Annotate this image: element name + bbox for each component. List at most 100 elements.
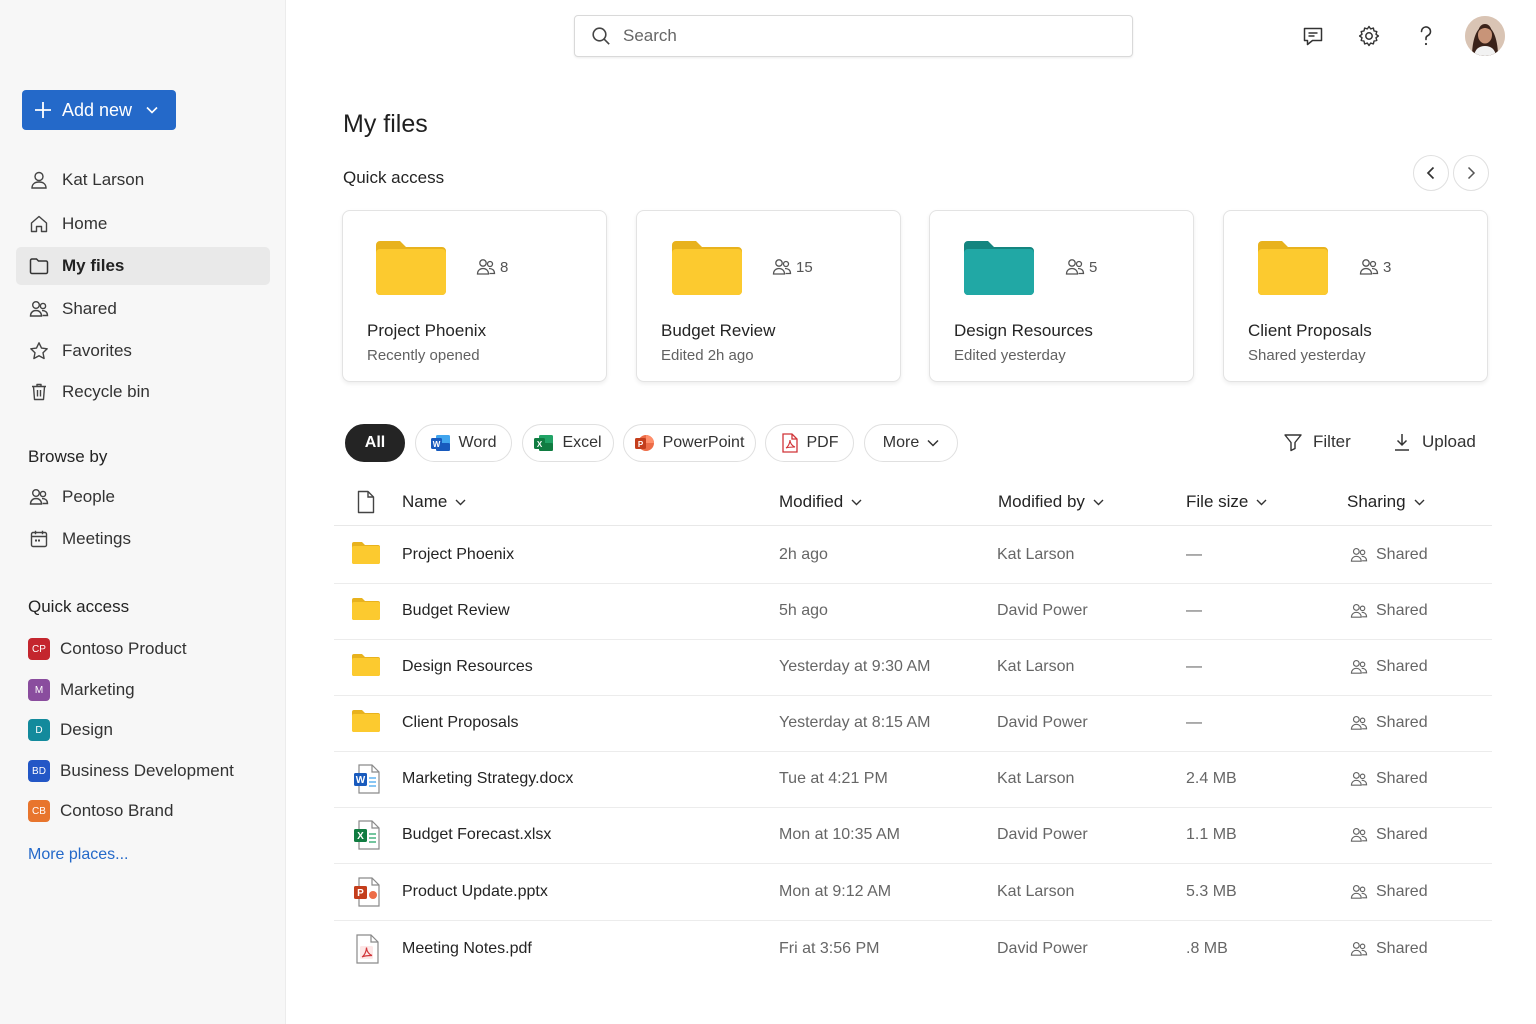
nav-item-recycle-bin[interactable]: Recycle bin bbox=[16, 373, 270, 411]
avatar[interactable] bbox=[1465, 16, 1505, 56]
folder-icon bbox=[1258, 241, 1328, 295]
people-icon bbox=[1350, 603, 1368, 619]
sharing-status[interactable]: Shared bbox=[1350, 714, 1428, 732]
sharing-status[interactable]: Shared bbox=[1350, 883, 1428, 901]
nav-item-favorites[interactable]: Favorites bbox=[16, 332, 270, 370]
search-box[interactable] bbox=[574, 15, 1133, 57]
sharing-status[interactable]: Shared bbox=[1350, 940, 1428, 958]
filter-word[interactable]: W Word bbox=[415, 424, 512, 462]
modified-date: Tue at 4:21 PM bbox=[779, 770, 888, 787]
modified-date: Mon at 10:35 AM bbox=[779, 826, 900, 843]
table-row[interactable]: Budget Review 5h ago David Power — Share… bbox=[334, 584, 1492, 640]
table-row[interactable]: Design Resources Yesterday at 9:30 AM Ka… bbox=[334, 640, 1492, 696]
modified-date: Yesterday at 8:15 AM bbox=[779, 714, 931, 731]
nav-item-my-files[interactable]: My files bbox=[16, 247, 270, 285]
settings-icon[interactable] bbox=[1355, 22, 1383, 50]
member-count: 15 bbox=[796, 258, 813, 276]
folder-icon bbox=[376, 241, 446, 295]
add-new-button[interactable]: Add new bbox=[22, 90, 176, 130]
quick-access-item-contoso-product[interactable]: CP Contoso Product bbox=[16, 632, 270, 666]
sharing-status[interactable]: Shared bbox=[1350, 546, 1428, 564]
nav-item-label: Shared bbox=[62, 299, 117, 318]
site-badge: D bbox=[28, 719, 50, 741]
card-title: Project Phoenix bbox=[367, 321, 487, 340]
table-row[interactable]: W Marketing Strategy.docx Tue at 4:21 PM… bbox=[334, 752, 1492, 808]
carousel-prev-button[interactable] bbox=[1413, 155, 1449, 191]
sidebar: Add new Kat Larson Home My files Shared … bbox=[0, 0, 286, 1024]
folder-icon bbox=[352, 710, 380, 732]
filter-pdf[interactable]: PDF bbox=[765, 424, 854, 462]
member-count: 5 bbox=[1089, 258, 1098, 276]
nav-item-shared[interactable]: Shared bbox=[16, 290, 270, 328]
quick-access-card[interactable]: 5 Design Resources Edited yesterday bbox=[929, 210, 1194, 382]
svg-text:X: X bbox=[537, 440, 543, 449]
people-icon bbox=[1065, 258, 1085, 276]
quick-access-item-contoso-brand[interactable]: CB Contoso Brand bbox=[16, 794, 270, 828]
column-label: Sharing bbox=[1347, 492, 1406, 511]
card-subtitle: Edited yesterday bbox=[954, 347, 1066, 364]
quick-access-card[interactable]: 15 Budget Review Edited 2h ago bbox=[636, 210, 901, 382]
sharing-status[interactable]: Shared bbox=[1350, 658, 1428, 676]
table-row[interactable]: Client Proposals Yesterday at 8:15 AM Da… bbox=[334, 696, 1492, 752]
upload-button[interactable]: Upload bbox=[1392, 432, 1476, 452]
filter-powerpoint[interactable]: P PowerPoint bbox=[623, 424, 756, 462]
carousel-next-button[interactable] bbox=[1453, 155, 1489, 191]
search-input[interactable] bbox=[623, 26, 1083, 46]
file-name: Project Phoenix bbox=[402, 546, 515, 563]
upload-icon bbox=[1392, 432, 1412, 452]
filter-button[interactable]: Filter bbox=[1283, 432, 1351, 452]
nav-item-people[interactable]: People bbox=[16, 478, 270, 516]
modified-date: Mon at 9:12 AM bbox=[779, 883, 892, 900]
people-icon bbox=[28, 299, 50, 319]
quick-access-item-marketing[interactable]: M Marketing bbox=[16, 673, 270, 707]
svg-text:P: P bbox=[637, 440, 643, 449]
browse-by-title: Browse by bbox=[28, 447, 108, 466]
nav-item-meetings[interactable]: Meetings bbox=[16, 520, 270, 558]
table-row[interactable]: P Product Update.pptx Mon at 9:12 AM Kat… bbox=[334, 865, 1492, 921]
column-modified-by[interactable]: Modified by bbox=[998, 492, 1104, 512]
modified-date: 2h ago bbox=[779, 546, 828, 563]
quick-access-label: Design bbox=[60, 720, 113, 739]
column-label: Name bbox=[402, 492, 448, 511]
nav-item-label: People bbox=[62, 487, 115, 506]
svg-text:P: P bbox=[357, 888, 364, 899]
people-icon bbox=[1350, 715, 1368, 731]
plus-icon bbox=[34, 101, 52, 119]
nav-item-profile[interactable]: Kat Larson bbox=[16, 161, 270, 199]
column-label: Modified by bbox=[998, 492, 1085, 511]
more-places-link[interactable]: More places... bbox=[28, 846, 128, 864]
chevron-down-icon bbox=[1093, 499, 1104, 506]
sharing-status[interactable]: Shared bbox=[1350, 602, 1428, 620]
column-sharing[interactable]: Sharing bbox=[1347, 492, 1425, 512]
table-row[interactable]: Meeting Notes.pdf Fri at 3:56 PM David P… bbox=[334, 922, 1492, 978]
feedback-icon[interactable] bbox=[1299, 22, 1327, 50]
card-members: 15 bbox=[772, 258, 813, 276]
quick-access-item-design[interactable]: D Design bbox=[16, 713, 270, 747]
quick-access-item-business-development[interactable]: BD Business Development bbox=[16, 754, 270, 788]
table-row[interactable]: X Budget Forecast.xlsx Mon at 10:35 AM D… bbox=[334, 808, 1492, 864]
site-badge: CP bbox=[28, 638, 50, 660]
filter-excel[interactable]: X Excel bbox=[522, 424, 614, 462]
sharing-status[interactable]: Shared bbox=[1350, 826, 1428, 844]
quick-access-card[interactable]: 3 Client Proposals Shared yesterday bbox=[1223, 210, 1488, 382]
column-name[interactable]: Name bbox=[402, 492, 466, 512]
filter-more[interactable]: More bbox=[864, 424, 958, 462]
column-modified[interactable]: Modified bbox=[779, 492, 862, 512]
file-size: — bbox=[1186, 546, 1202, 563]
quick-access-heading: Quick access bbox=[343, 168, 445, 187]
filter-all[interactable]: All bbox=[345, 424, 405, 462]
people-icon bbox=[1350, 547, 1368, 563]
file-type-icon bbox=[356, 490, 376, 514]
quick-access-card[interactable]: 8 Project Phoenix Recently opened bbox=[342, 210, 607, 382]
file-size: .8 MB bbox=[1186, 940, 1228, 957]
filter-label: Excel bbox=[562, 434, 602, 451]
sharing-status[interactable]: Shared bbox=[1350, 770, 1428, 788]
home-icon bbox=[28, 214, 50, 234]
quick-access-label: Contoso Product bbox=[60, 639, 187, 658]
card-members: 3 bbox=[1359, 258, 1391, 276]
help-icon[interactable] bbox=[1412, 22, 1440, 50]
table-row[interactable]: Project Phoenix 2h ago Kat Larson — Shar… bbox=[334, 528, 1492, 584]
nav-item-home[interactable]: Home bbox=[16, 205, 270, 243]
column-file-size[interactable]: File size bbox=[1186, 492, 1267, 512]
chevron-down-icon bbox=[1256, 499, 1267, 506]
